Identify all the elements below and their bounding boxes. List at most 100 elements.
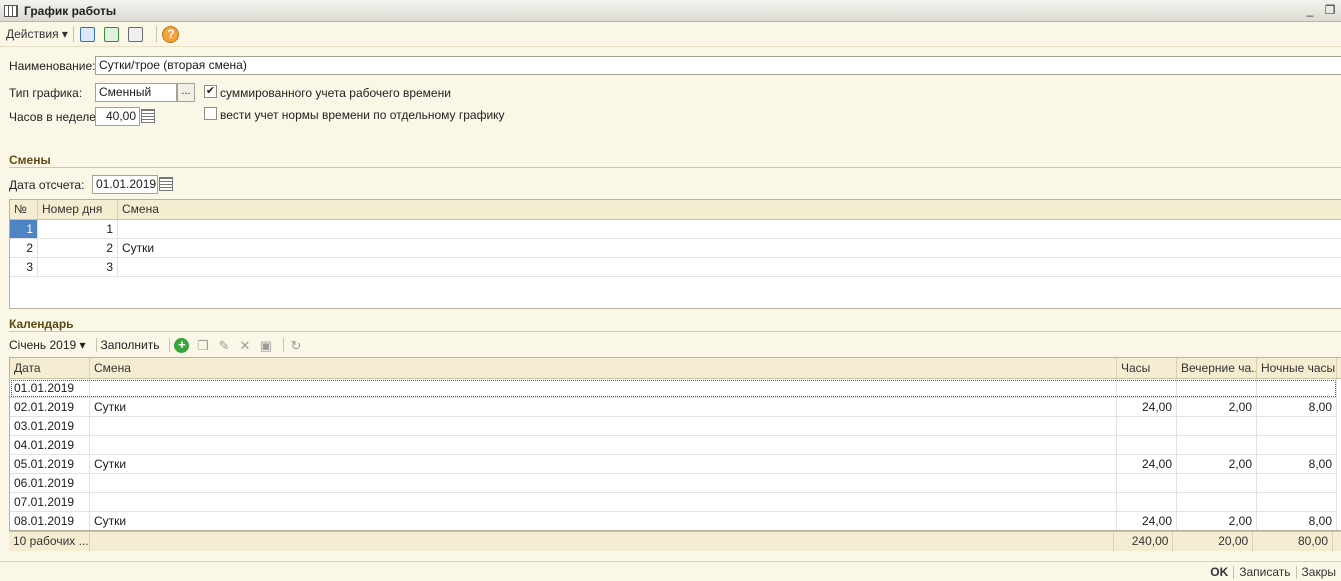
shift-cell[interactable]	[90, 379, 1117, 397]
shift-cell[interactable]	[90, 493, 1117, 511]
table-row[interactable]: 01.01.2019	[10, 379, 1337, 398]
shift-cell[interactable]	[90, 417, 1117, 435]
table-row[interactable]: 05.01.2019 Сутки 24,00 2,00 8,00	[10, 455, 1337, 474]
col-shift-header[interactable]: Смена	[90, 358, 1117, 378]
row-num-cell: 3	[10, 258, 38, 276]
table-row[interactable]: 03.01.2019	[10, 417, 1337, 436]
hours-cell[interactable]	[1117, 417, 1177, 435]
month-selector[interactable]: Січень 2019 ▾	[9, 338, 86, 352]
evening-hours-cell[interactable]: 2,00	[1177, 512, 1257, 530]
shift-cell[interactable]	[90, 474, 1117, 492]
hours-cell[interactable]: 24,00	[1117, 455, 1177, 473]
col-night-header[interactable]: Ночные часы	[1257, 358, 1337, 378]
evening-hours-cell[interactable]: 2,00	[1177, 455, 1257, 473]
table-row[interactable]: 2 2 Сутки	[10, 239, 1341, 258]
evening-hours-cell[interactable]	[1177, 417, 1257, 435]
hours-per-week-field[interactable]: 40,00	[95, 107, 140, 126]
night-hours-cell[interactable]	[1257, 417, 1337, 435]
shift-cell[interactable]	[118, 220, 1341, 238]
save-icon[interactable]: ▣	[258, 338, 273, 353]
select-type-button[interactable]: ...	[177, 83, 195, 102]
separate-norm-checkbox[interactable]	[204, 107, 217, 120]
calendar-toolbar: Січень 2019 ▾ Заполнить + ❐ ✎ ✕ ▣ ↻	[9, 335, 309, 355]
date-cell[interactable]: 02.01.2019	[10, 398, 90, 416]
restore-icon[interactable]: ❐	[1323, 3, 1337, 17]
hours-cell[interactable]: 24,00	[1117, 512, 1177, 530]
help-icon[interactable]: ?	[162, 25, 180, 43]
shift-cell[interactable]	[118, 258, 1341, 276]
col-day-header[interactable]: Номер дня	[38, 200, 118, 219]
form-bottom-bar: OK Записать Закры	[0, 561, 1341, 581]
table-row[interactable]: 06.01.2019	[10, 474, 1337, 493]
ok-button[interactable]: OK	[1205, 565, 1233, 579]
save-button[interactable]: Записать	[1234, 565, 1295, 579]
edit-icon[interactable]: ✎	[216, 338, 231, 353]
evening-hours-cell[interactable]	[1177, 436, 1257, 454]
save-and-close-icon[interactable]	[79, 25, 97, 43]
hours-cell[interactable]: 24,00	[1117, 398, 1177, 416]
table-row[interactable]: 3 3	[10, 258, 1341, 277]
table-row[interactable]: 04.01.2019	[10, 436, 1337, 455]
evening-hours-cell[interactable]	[1177, 379, 1257, 397]
calendar-totals-row: 10 рабочих ... 240,00 20,00 80,00	[9, 531, 1341, 551]
calendar-section-title: Календарь	[9, 317, 74, 331]
shift-cell[interactable]: Сутки	[90, 512, 1117, 530]
calendar-icon[interactable]	[159, 177, 173, 191]
day-number-cell[interactable]: 3	[38, 258, 118, 276]
table-row[interactable]: 1 1	[10, 220, 1341, 239]
calculator-icon[interactable]	[141, 109, 155, 123]
evening-hours-cell[interactable]: 2,00	[1177, 398, 1257, 416]
night-hours-cell[interactable]: 8,00	[1257, 512, 1337, 530]
day-number-cell[interactable]: 1	[38, 220, 118, 238]
hours-cell[interactable]	[1117, 436, 1177, 454]
table-row[interactable]: 07.01.2019	[10, 493, 1337, 512]
night-hours-cell[interactable]: 8,00	[1257, 455, 1337, 473]
evening-hours-cell[interactable]	[1177, 474, 1257, 492]
col-shift-header[interactable]: Смена	[118, 200, 1341, 219]
col-date-header[interactable]: Дата	[10, 358, 90, 378]
copy-icon[interactable]: ❐	[195, 338, 210, 353]
night-hours-cell[interactable]: 8,00	[1257, 398, 1337, 416]
shift-cell[interactable]: Сутки	[118, 239, 1341, 257]
add-icon[interactable]: +	[174, 337, 190, 353]
shift-cell[interactable]: Сутки	[90, 398, 1117, 416]
copy-document-icon[interactable]	[127, 25, 145, 43]
shift-cell[interactable]: Сутки	[90, 455, 1117, 473]
evening-hours-cell[interactable]	[1177, 493, 1257, 511]
name-label: Наименование:	[9, 59, 96, 73]
ref-date-field[interactable]: 01.01.2019	[92, 175, 158, 194]
refresh-icon[interactable]	[103, 25, 121, 43]
date-cell[interactable]: 04.01.2019	[10, 436, 90, 454]
schedule-type-field[interactable]: Сменный	[95, 83, 177, 102]
table-row[interactable]: 08.01.2019 Сутки 24,00 2,00 8,00	[10, 512, 1337, 530]
date-cell[interactable]: 05.01.2019	[10, 455, 90, 473]
delete-icon[interactable]: ✕	[237, 338, 252, 353]
table-row[interactable]: 02.01.2019 Сутки 24,00 2,00 8,00	[10, 398, 1337, 417]
col-hours-header[interactable]: Часы	[1117, 358, 1177, 378]
date-cell[interactable]: 08.01.2019	[10, 512, 90, 530]
date-cell[interactable]: 06.01.2019	[10, 474, 90, 492]
night-hours-cell[interactable]	[1257, 436, 1337, 454]
night-hours-cell[interactable]	[1257, 379, 1337, 397]
fill-button[interactable]: Заполнить	[101, 338, 160, 352]
night-hours-cell[interactable]	[1257, 474, 1337, 492]
refresh-icon[interactable]: ↻	[288, 338, 303, 353]
hours-cell[interactable]	[1117, 493, 1177, 511]
shift-cell[interactable]	[90, 436, 1117, 454]
ref-date-label: Дата отсчета:	[9, 178, 85, 192]
summarized-checkbox[interactable]: ✔	[204, 85, 217, 98]
toolbar-separator	[283, 338, 285, 352]
hours-cell[interactable]	[1117, 474, 1177, 492]
date-cell[interactable]: 07.01.2019	[10, 493, 90, 511]
hours-cell[interactable]	[1117, 379, 1177, 397]
close-button[interactable]: Закры	[1297, 565, 1341, 579]
date-cell[interactable]: 01.01.2019	[10, 379, 90, 397]
minimize-icon[interactable]: _	[1303, 3, 1317, 17]
date-cell[interactable]: 03.01.2019	[10, 417, 90, 435]
day-number-cell[interactable]: 2	[38, 239, 118, 257]
night-hours-cell[interactable]	[1257, 493, 1337, 511]
actions-menu[interactable]: Действия ▾	[6, 27, 68, 41]
name-field[interactable]: Сутки/трое (вторая смена)	[95, 56, 1341, 75]
col-num-header[interactable]: №	[10, 200, 38, 219]
col-evening-header[interactable]: Вечерние ча...	[1177, 358, 1257, 378]
